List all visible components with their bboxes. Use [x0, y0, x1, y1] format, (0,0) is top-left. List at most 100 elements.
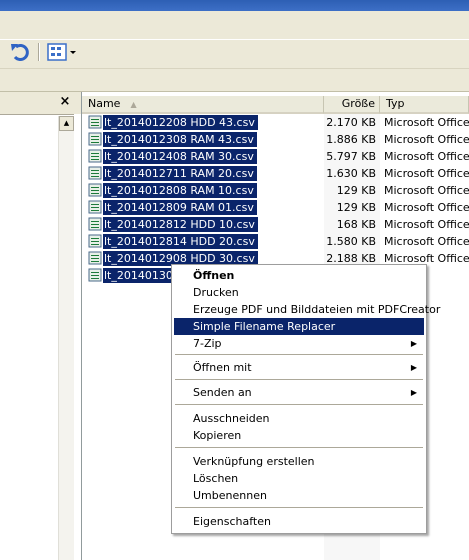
csv-file-icon: [88, 115, 102, 129]
menu-item-rename[interactable]: Umbenennen: [174, 487, 424, 504]
file-size: 5.797 KB: [326, 150, 376, 163]
csv-file-icon: [88, 149, 102, 163]
column-header-size-label: Größe: [341, 97, 375, 110]
context-menu: Öffnen Drucken Erzeuge PDF und Bilddatei…: [171, 264, 440, 534]
address-bar-area: [0, 68, 469, 69]
menu-item-cut-label: Ausschneiden: [193, 412, 270, 425]
folder-pane-scrollbar[interactable]: ▲: [58, 116, 75, 560]
column-header-size[interactable]: Größe: [324, 96, 380, 114]
menu-item-cut[interactable]: Ausschneiden: [174, 410, 424, 427]
file-name: lt_2014012814 HDD 20.csv: [103, 234, 258, 249]
submenu-arrow-icon: ▶: [410, 339, 417, 348]
menu-item-filename-replacer-label: Simple Filename Replacer: [193, 320, 336, 333]
file-name: lt_2014012711 RAM 20.csv: [103, 166, 257, 181]
menu-item-send-to[interactable]: Senden an ▶: [174, 384, 424, 401]
close-pane-button[interactable]: ×: [58, 95, 72, 109]
menu-item-create-shortcut-label: Verknüpfung erstellen: [193, 455, 315, 468]
file-rows: lt_2014012208 HDD 43.csv 2.170 KB Micros…: [82, 114, 469, 284]
menu-separator: [175, 507, 423, 509]
csv-file-icon: [88, 166, 102, 180]
file-row[interactable]: lt_2014012808 RAM 10.csv 129 KB Microsof…: [82, 182, 469, 199]
menu-item-rename-label: Umbenennen: [193, 489, 267, 502]
scroll-up-button[interactable]: ▲: [59, 116, 74, 131]
file-name: lt_2014012808 RAM 10.csv: [103, 183, 257, 198]
menu-item-delete-label: Löschen: [193, 472, 239, 485]
file-name: lt_2014012809 RAM 01.csv: [103, 200, 257, 215]
menu-item-delete[interactable]: Löschen: [174, 470, 424, 487]
submenu-arrow-icon: ▶: [410, 363, 417, 372]
file-size: 1.886 KB: [326, 133, 376, 146]
file-row[interactable]: lt_2014012812 HDD 10.csv 168 KB Microsof…: [82, 216, 469, 233]
window-title-bar: [0, 0, 469, 11]
column-header-name-label: Name: [88, 97, 121, 110]
file-size: 2.170 KB: [326, 116, 376, 129]
menu-item-properties-label: Eigenschaften: [193, 515, 271, 528]
submenu-arrow-icon: ▶: [410, 388, 417, 397]
file-type: Microsoft Office E: [384, 201, 469, 214]
csv-file-icon: [88, 132, 102, 146]
file-type: Microsoft Office E: [384, 184, 469, 197]
file-size: 1.580 KB: [326, 235, 376, 248]
file-row[interactable]: lt_2014012711 RAM 20.csv 1.630 KB Micros…: [82, 165, 469, 182]
file-type: Microsoft Office E: [384, 133, 469, 146]
menu-item-print[interactable]: Drucken: [174, 284, 424, 301]
menu-item-open-with[interactable]: Öffnen mit ▶: [174, 359, 424, 376]
file-type: Microsoft Office E: [384, 150, 469, 163]
folder-pane-edge: [74, 114, 81, 560]
views-icon: [47, 43, 76, 61]
folder-pane: × ▲: [0, 92, 82, 560]
file-row[interactable]: lt_2014012814 HDD 20.csv 1.580 KB Micros…: [82, 233, 469, 250]
menu-item-send-to-label: Senden an: [193, 386, 252, 399]
file-type: Microsoft Office E: [384, 235, 469, 248]
menu-item-open[interactable]: Öffnen: [174, 267, 424, 284]
menu-item-properties[interactable]: Eigenschaften: [174, 513, 424, 530]
file-name: lt_2014012408 RAM 30.csv: [103, 149, 257, 164]
file-size: 168 KB: [336, 218, 376, 231]
file-name: lt_2014012308 RAM 43.csv: [103, 132, 257, 147]
sort-ascending-icon: ▲: [130, 100, 137, 109]
menu-item-print-label: Drucken: [193, 286, 239, 299]
csv-file-icon: [88, 234, 102, 248]
csv-file-icon: [88, 200, 102, 214]
file-size: 129 KB: [336, 201, 376, 214]
menu-item-pdfcreator[interactable]: Erzeuge PDF und Bilddateien mit PDFCreat…: [174, 301, 440, 318]
file-size: 129 KB: [336, 184, 376, 197]
menu-separator: [175, 404, 423, 406]
file-row[interactable]: lt_2014012809 RAM 01.csv 129 KB Microsof…: [82, 199, 469, 216]
undo-icon: [11, 44, 29, 61]
csv-file-icon: [88, 251, 102, 265]
undo-button[interactable]: [6, 41, 34, 63]
menu-separator: [175, 447, 423, 449]
toolbar-divider: [38, 43, 39, 61]
csv-file-icon: [88, 217, 102, 231]
menu-separator: [175, 354, 423, 356]
file-name: lt_2014012208 HDD 43.csv: [103, 115, 258, 130]
menu-item-7zip-label: 7-Zip: [193, 337, 222, 350]
close-icon: ×: [59, 94, 71, 109]
file-type: Microsoft Office E: [384, 116, 469, 129]
file-row[interactable]: lt_2014012208 HDD 43.csv 2.170 KB Micros…: [82, 114, 469, 131]
menu-item-open-with-label: Öffnen mit: [193, 361, 252, 374]
column-header-type[interactable]: Typ: [380, 96, 469, 114]
menu-item-create-shortcut[interactable]: Verknüpfung erstellen: [174, 453, 424, 470]
csv-file-icon: [88, 268, 102, 282]
csv-file-icon: [88, 183, 102, 197]
toolbar-separator: [0, 39, 469, 40]
folder-pane-header: ×: [0, 92, 81, 115]
menu-item-copy[interactable]: Kopieren: [174, 427, 424, 444]
views-button[interactable]: [44, 41, 80, 63]
menu-item-open-label: Öffnen: [193, 269, 235, 282]
column-header-name[interactable]: Name ▲: [82, 96, 324, 114]
chevron-up-icon: ▲: [63, 119, 70, 127]
file-row[interactable]: lt_2014012308 RAM 43.csv 1.886 KB Micros…: [82, 131, 469, 148]
menu-item-7zip[interactable]: 7-Zip ▶: [174, 335, 424, 352]
file-type: Microsoft Office E: [384, 167, 469, 180]
file-type: Microsoft Office E: [384, 218, 469, 231]
file-size: 1.630 KB: [326, 167, 376, 180]
menu-item-filename-replacer[interactable]: Simple Filename Replacer: [174, 318, 424, 335]
menu-item-pdfcreator-label: Erzeuge PDF und Bilddateien mit PDFCreat…: [193, 303, 441, 316]
toolbar: [0, 11, 469, 92]
file-row[interactable]: lt_2014012408 RAM 30.csv 5.797 KB Micros…: [82, 148, 469, 165]
menu-separator: [175, 379, 423, 381]
column-header-type-label: Typ: [386, 97, 405, 110]
